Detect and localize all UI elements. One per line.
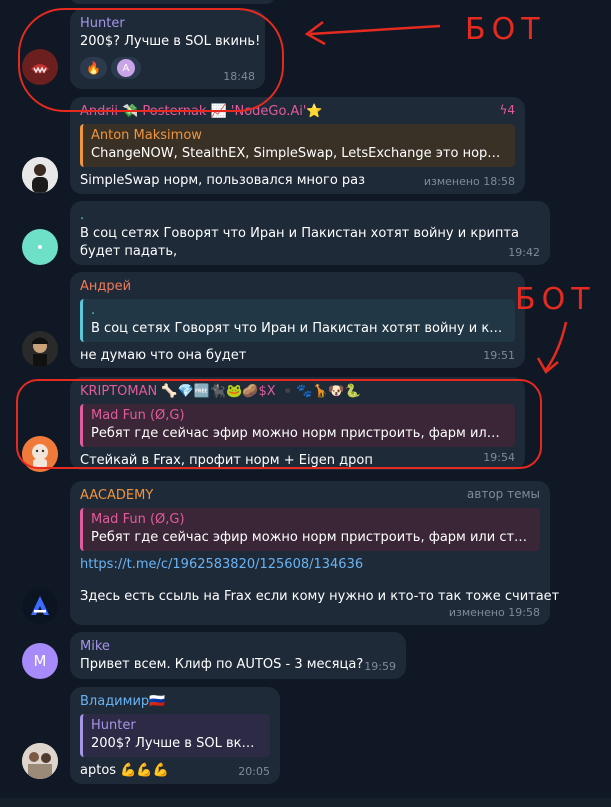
reply-quote[interactable]: Hunter 200$? Лучше в SOL вкинь!: [80, 714, 270, 757]
previous-message-bubble: [70, 0, 275, 4]
avatar[interactable]: [22, 331, 58, 367]
avatar-dot-icon: [38, 245, 42, 249]
reply-author: .: [91, 303, 96, 318]
reply-text: 200$? Лучше в SOL вкинь!: [91, 736, 262, 751]
message-time: 20:05: [238, 765, 270, 778]
reply-text: В соц сетях Говорят что Иран и Пакистан …: [91, 321, 507, 336]
annotation-bot-label-2: БОТ: [515, 282, 596, 317]
avatar-photo-icon: [22, 331, 58, 367]
sender-name[interactable]: AACADEMY: [80, 487, 153, 505]
annotation-bot-label-1: БОТ: [465, 12, 546, 47]
annotation-arrow-2-icon: [536, 321, 568, 374]
message-time: изменено 18:58: [423, 175, 515, 188]
message-bubble[interactable]: Владимир🇷🇺 Hunter 200$? Лучше в SOL вкин…: [70, 687, 280, 784]
reply-text: ChangeNOW, StealthEX, SimpleSwap, LetsEx…: [91, 146, 507, 161]
reply-author: Mad Fun (Ø,G): [91, 512, 185, 527]
avatar-photo-icon: [22, 157, 58, 193]
annotation-circle-1: [18, 8, 284, 112]
message-time: изменено 19:58: [448, 606, 540, 619]
academy-logo-icon: [22, 588, 58, 624]
message-time: 19:42: [508, 246, 540, 259]
reply-quote[interactable]: Anton Maksimow ChangeNOW, StealthEX, Sim…: [80, 124, 515, 167]
avatar[interactable]: [22, 743, 58, 779]
sender-name[interactable]: Андрей: [80, 278, 515, 296]
message-link[interactable]: https://t.me/c/1962583820/125608/134636: [80, 556, 540, 574]
message-bubble[interactable]: Андрей . В соц сетях Говорят что Иран и …: [70, 272, 525, 368]
sender-name[interactable]: .: [80, 207, 540, 225]
sender-name[interactable]: Владимир🇷🇺: [80, 693, 270, 711]
message-text: Привет всем. Клиф по AUTOS - 3 месяца?: [80, 657, 364, 672]
message-text: не думаю что она будет: [80, 348, 247, 363]
avatar-letter: M: [33, 652, 47, 670]
avatar[interactable]: [22, 588, 58, 624]
annotation-arrow-1-icon: [304, 21, 441, 46]
message-text: Здесь есть ссыль на Frax если кому нужно…: [80, 589, 560, 604]
message-time: 19:59: [364, 660, 396, 673]
reply-quote[interactable]: . В соц сетях Говорят что Иран и Пакиста…: [80, 299, 515, 342]
boost-badge[interactable]: ϟ4: [499, 103, 515, 121]
avatar[interactable]: [22, 157, 58, 193]
message-bubble[interactable]: Mike Привет всем. Клиф по AUTOS - 3 меся…: [70, 632, 406, 679]
topic-author-badge: автор темы: [466, 487, 540, 501]
reply-author: Anton Maksimow: [91, 128, 202, 143]
composer-bar[interactable]: [0, 798, 611, 807]
reply-author: Hunter: [91, 718, 136, 733]
message-time: 19:51: [483, 349, 515, 362]
avatar-photo-icon: [22, 743, 58, 779]
sender-name[interactable]: Mike: [80, 638, 396, 656]
avatar[interactable]: [22, 229, 58, 265]
reply-quote[interactable]: Mad Fun (Ø,G) Ребят где сейчас эфир можн…: [80, 508, 540, 551]
annotation-box-2: [16, 379, 542, 469]
avatar[interactable]: M: [22, 643, 58, 679]
message-bubble[interactable]: . В соц сетях Говорят что Иран и Пакиста…: [70, 201, 550, 265]
message-bubble[interactable]: AACADEMY автор темы Mad Fun (Ø,G) Ребят …: [70, 481, 560, 625]
reply-text: Ребят где сейчас эфир можно норм пристро…: [91, 530, 532, 545]
message-text: В соц сетях Говорят что Иран и Пакистан …: [80, 226, 519, 259]
